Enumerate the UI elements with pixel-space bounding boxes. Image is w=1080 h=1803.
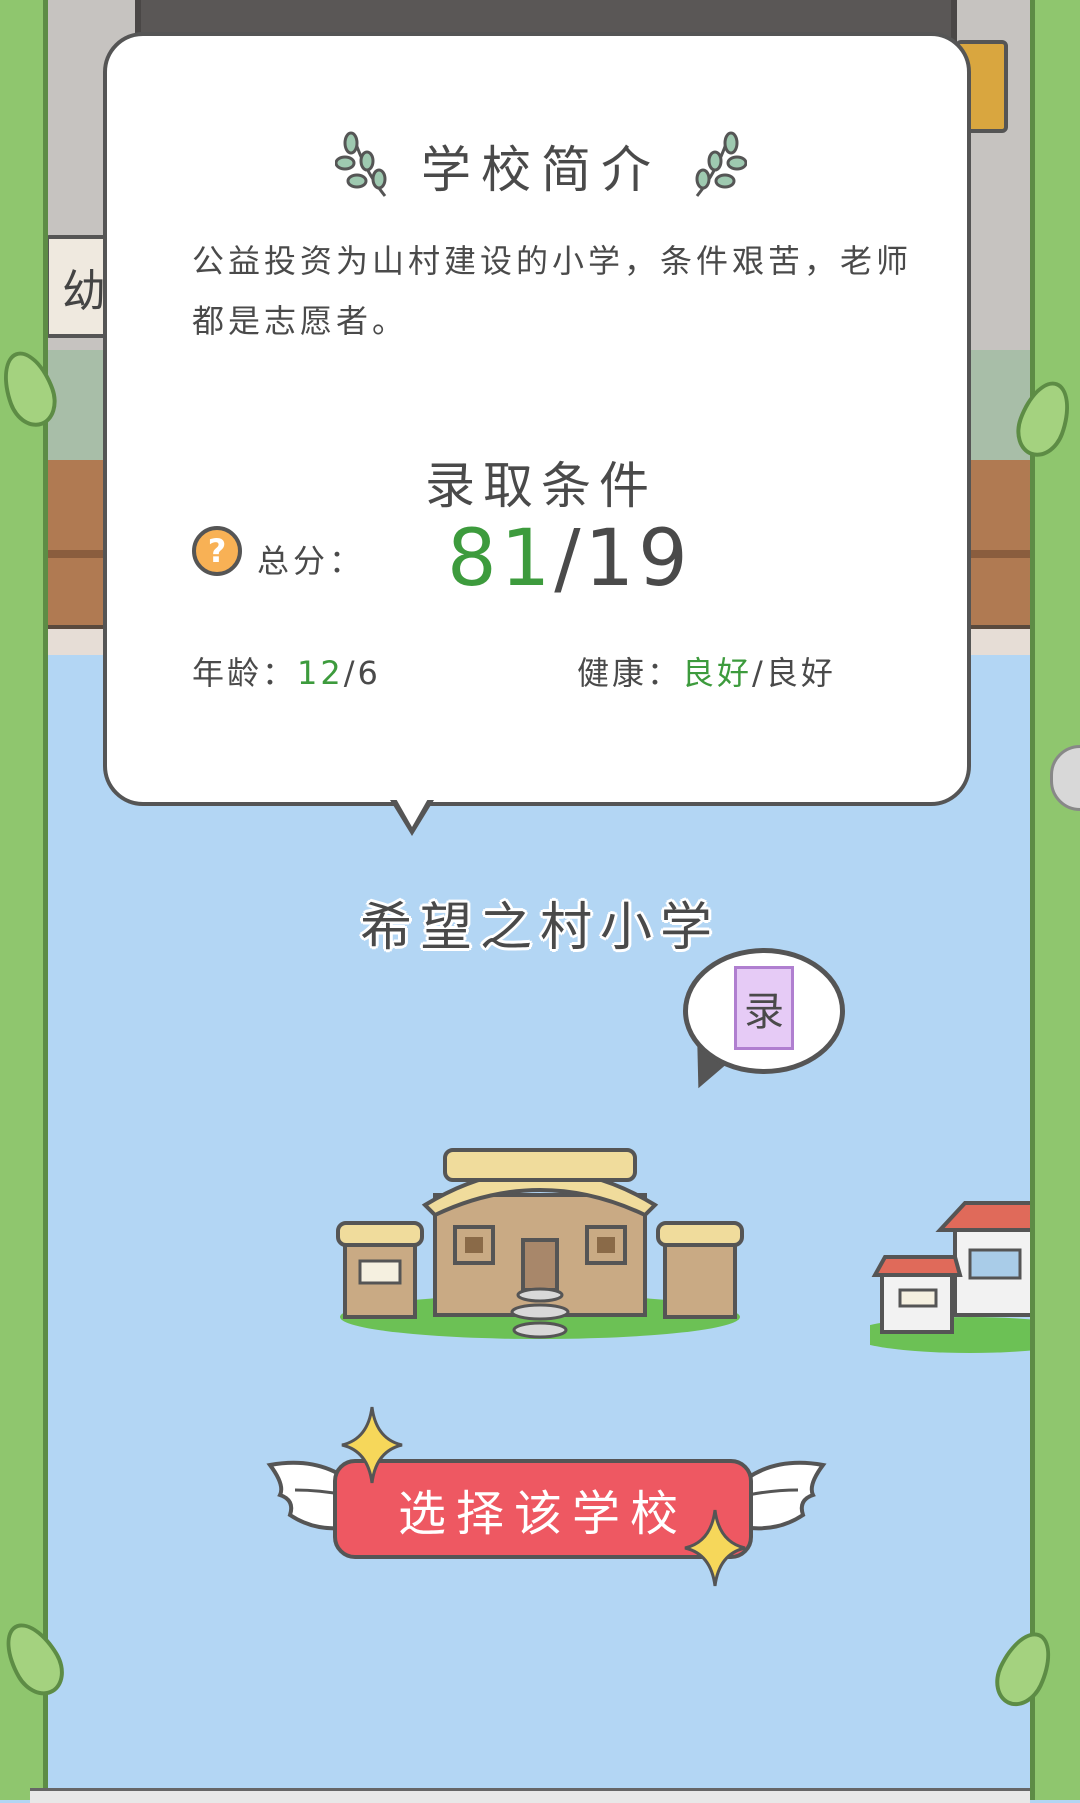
intro-heading: 学校简介: [107, 131, 975, 201]
school-info-panel: 学校简介 公益投资为山村建设的小学，条件艰苦，老师都是志愿者。 录取条件 ? 总…: [103, 32, 971, 806]
laurel-right-icon: [687, 131, 747, 201]
score-current: 81: [447, 514, 555, 604]
school-name: 希望之村小学: [359, 898, 720, 958]
health-required: /良好: [752, 654, 836, 692]
score-value: 81/19: [447, 514, 692, 604]
laurel-left-icon: [335, 131, 395, 201]
health-label: 健康：: [577, 654, 683, 692]
age-required: /6: [343, 654, 381, 692]
sparkle-icon: [684, 1509, 746, 1587]
intro-description: 公益投资为山村建设的小学，条件艰苦，老师都是志愿者。: [192, 242, 913, 340]
score-required: /19: [554, 514, 692, 604]
score-label: 总分：: [257, 542, 366, 580]
bottom-bar: [30, 1788, 1030, 1803]
next-school-building[interactable]: [870, 1195, 1040, 1355]
sparkle-icon: [341, 1406, 403, 1484]
help-icon[interactable]: ?: [192, 526, 242, 576]
age-requirement: 年龄：12/6: [192, 648, 381, 694]
admit-badge: 录: [734, 966, 794, 1050]
health-requirement: 健康：良好/良好: [577, 648, 836, 694]
intro-title: 学校简介: [421, 141, 661, 199]
background-sign-text: 幼: [62, 265, 106, 317]
age-current: 12: [297, 654, 344, 692]
panel-tail-fill: [395, 797, 429, 827]
health-current: 良好: [682, 654, 753, 692]
hope-village-school-building[interactable]: [330, 1135, 750, 1345]
requirements-title: 录取条件: [425, 457, 657, 515]
age-label: 年龄：: [192, 654, 298, 692]
